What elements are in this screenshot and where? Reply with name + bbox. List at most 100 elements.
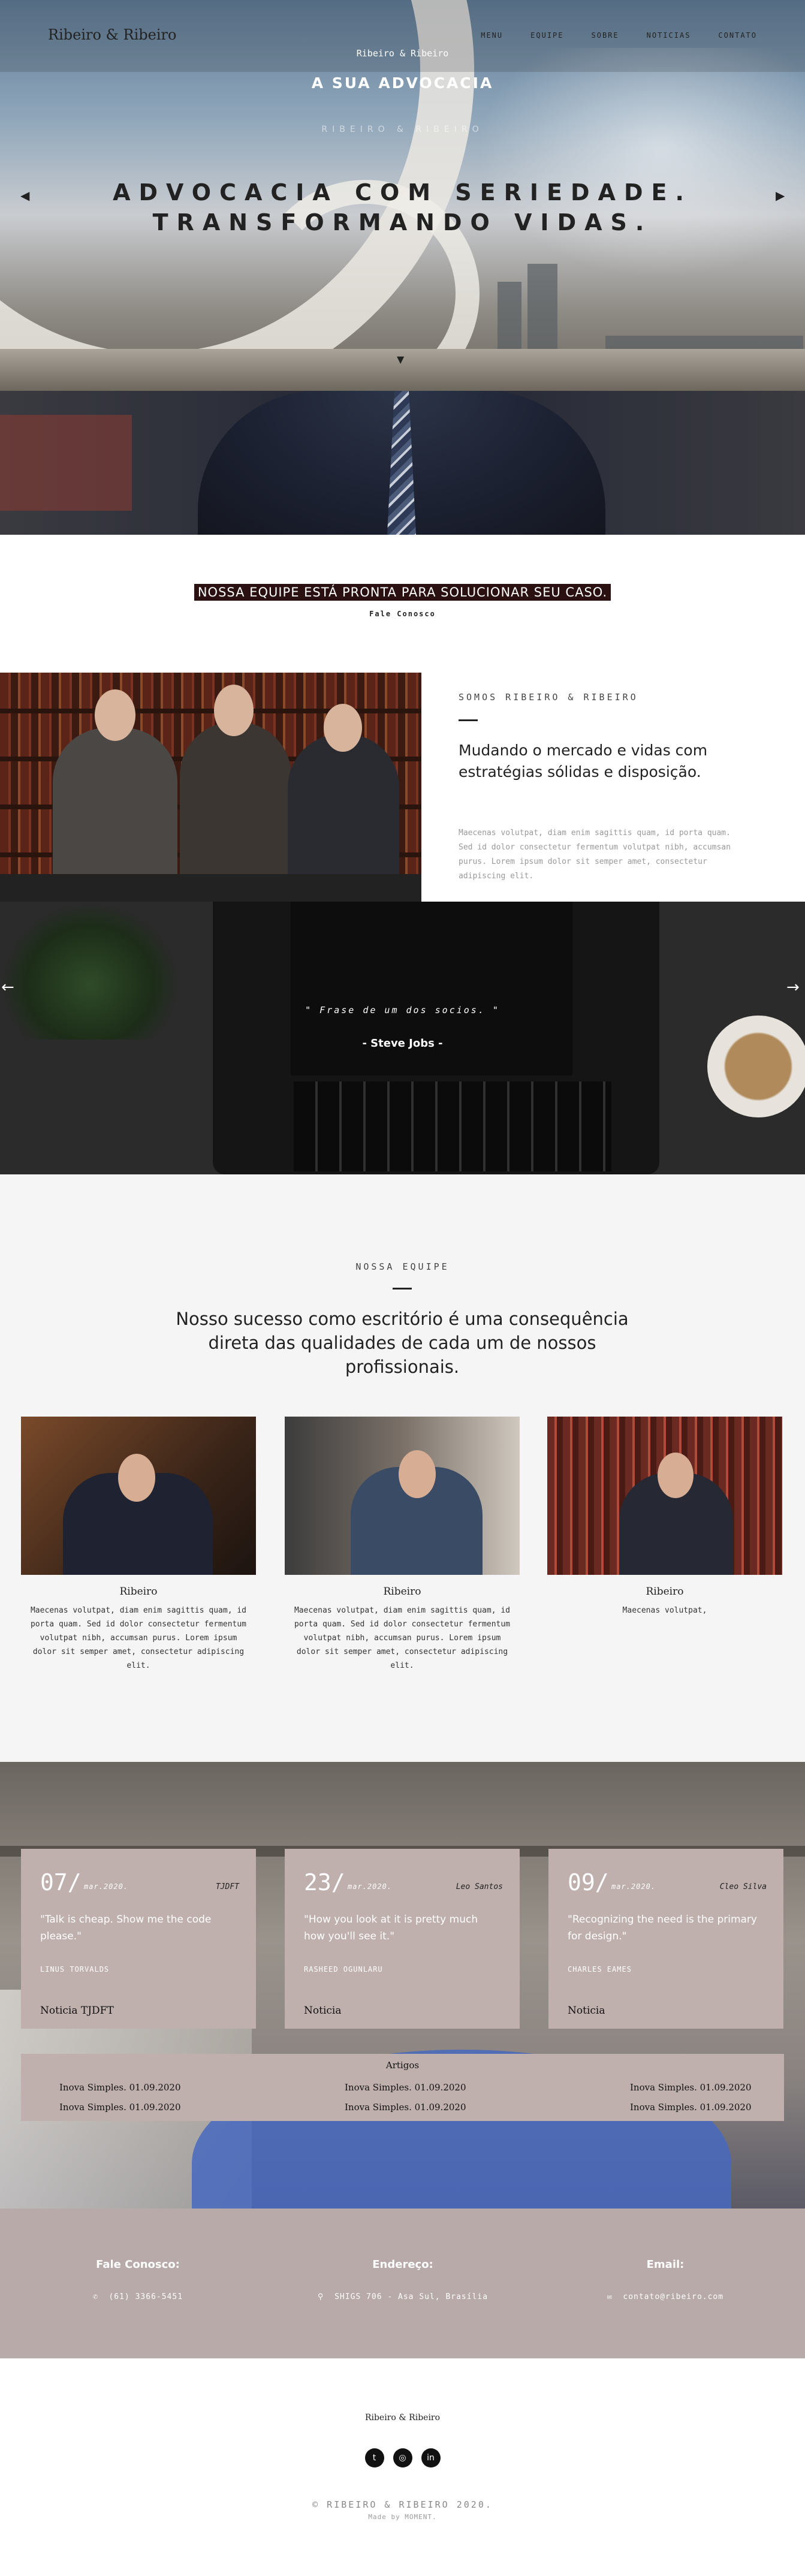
navbar: Ribeiro & Ribeiro MENU EQUIPE SOBRE NOTI…	[0, 0, 805, 72]
team-member-photo	[547, 1417, 782, 1575]
linkedin-icon[interactable]: in	[421, 2448, 441, 2467]
article-link[interactable]: Inova Simples. 01.09.2020	[59, 2078, 181, 2098]
location-icon: ⚲	[317, 2292, 324, 2301]
laptop-keyboard	[294, 1081, 611, 1171]
partner-head	[214, 685, 254, 736]
contact-phone: Fale Conosco: ✆ (61) 3366-5451	[6, 2258, 270, 2301]
contact-address: Endereço: ⚲ SHIGS 706 - Asa Sul, Brasíli…	[271, 2258, 535, 2301]
instagram-icon[interactable]: ◎	[393, 2448, 412, 2467]
phone-icon: ✆	[92, 2292, 98, 2301]
partner-head	[95, 689, 135, 741]
hero-title-line1: ADVOCACIA COM SERIEDADE.	[113, 179, 692, 206]
article-link[interactable]: Inova Simples. 01.09.2020	[630, 2078, 752, 2098]
articles-column: Inova Simples. 01.09.2020 Inova Simples.…	[345, 2078, 466, 2117]
mail-icon: ✉	[607, 2292, 613, 2301]
promo-small-text: Ribeiro & Ribeiro	[356, 48, 449, 59]
hero-next-arrow-icon[interactable]: ▶	[776, 188, 785, 203]
quote-next-arrow-icon[interactable]: →	[786, 978, 800, 996]
team-member-card: Ribeiro Maecenas volutpat, diam enim sag…	[21, 1417, 256, 1673]
quote-prev-arrow-icon[interactable]: ←	[1, 978, 14, 996]
news-tag[interactable]: Noticia	[304, 2005, 341, 2017]
article-link[interactable]: Inova Simples. 01.09.2020	[630, 2098, 752, 2117]
news-author: Leo Santos	[456, 1882, 503, 1891]
hero-title-line2: TRANSFORMANDO VIDAS.	[152, 209, 653, 236]
member-face	[399, 1450, 436, 1498]
news-day: 23/	[304, 1869, 345, 1896]
news-month: mar.2020.	[611, 1882, 656, 1891]
partners-photo	[0, 673, 421, 902]
article-link[interactable]: Inova Simples. 01.09.2020	[345, 2098, 466, 2117]
main-nav: MENU EQUIPE SOBRE NOTICIAS CONTATO	[481, 31, 757, 40]
about-kicker: SOMOS RIBEIRO & RIBEIRO	[459, 692, 638, 703]
articles-column: Inova Simples. 01.09.2020 Inova Simples.…	[59, 2078, 181, 2117]
team-member-name: Ribeiro	[119, 1586, 158, 1598]
news-tag[interactable]: Noticia TJDFT	[40, 2005, 114, 2017]
promo-banner	[0, 391, 805, 535]
contact-address-value[interactable]: ⚲ SHIGS 706 - Asa Sul, Brasília	[271, 2292, 535, 2301]
news-quote: "How you look at it is pretty much how y…	[304, 1914, 478, 1942]
hero-subtitle: RIBEIRO & RIBEIRO	[321, 125, 484, 134]
nav-item-sobre[interactable]: SOBRE	[592, 31, 619, 40]
brand-logo[interactable]: Ribeiro & Ribeiro	[48, 26, 176, 43]
team-divider	[393, 1288, 412, 1289]
bookshelf-shelf	[0, 709, 421, 713]
news-day: 09/	[568, 1869, 609, 1896]
article-link[interactable]: Inova Simples. 01.09.2020	[345, 2078, 466, 2098]
hero-prev-arrow-icon[interactable]: ◀	[20, 188, 29, 203]
news-card[interactable]: 07/ mar.2020. TJDFT "Talk is cheap. Show…	[21, 1849, 256, 2029]
contact-phone-value[interactable]: ✆ (61) 3366-5451	[6, 2292, 270, 2301]
team-member-photo	[21, 1417, 256, 1575]
contact-email-heading: Email:	[646, 2258, 685, 2271]
team-member-name: Ribeiro	[383, 1586, 421, 1598]
cta-heading: NOSSA EQUIPE ESTÁ PRONTA PARA SOLUCIONAR…	[0, 584, 805, 601]
coffee-cup-image	[707, 1016, 805, 1117]
contact-email-value[interactable]: ✉ contato@ribeiro.com	[533, 2292, 797, 2301]
quote-text: " Frase de um dos socios. "	[305, 1005, 500, 1016]
address-text: SHIGS 706 - Asa Sul, Brasília	[334, 2292, 489, 2301]
twitter-icon[interactable]: t	[364, 2448, 384, 2467]
news-month: mar.2020.	[84, 1882, 129, 1891]
news-tag[interactable]: Noticia	[568, 2005, 605, 2017]
scroll-down-icon[interactable]: ▼	[397, 354, 404, 365]
nav-item-noticias[interactable]: NOTICIAS	[647, 31, 691, 40]
articles-panel: Artigos Inova Simples. 01.09.2020 Inova …	[21, 2054, 784, 2121]
about-divider	[459, 719, 478, 721]
news-quote-author: RASHEED OGUNLARU	[304, 1965, 383, 1974]
email-text: contato@ribeiro.com	[623, 2292, 724, 2301]
news-author: TJDFT	[215, 1882, 239, 1891]
team-member-card: Ribeiro Maecenas volutpat,	[547, 1417, 782, 1617]
nav-item-equipe[interactable]: EQUIPE	[530, 31, 563, 40]
news-quote: "Talk is cheap. Show me the code please.…	[40, 1914, 212, 1942]
partner-head	[324, 704, 362, 752]
team-member-desc: Maecenas volutpat, diam enim sagittis qu…	[294, 1606, 511, 1670]
team-kicker: NOSSA EQUIPE	[355, 1261, 450, 1272]
member-face	[658, 1453, 694, 1498]
article-link[interactable]: Inova Simples. 01.09.2020	[59, 2098, 181, 2117]
news-quote-author: LINUS TORVALDS	[40, 1965, 110, 1974]
news-card[interactable]: 23/ mar.2020. Leo Santos "How you look a…	[285, 1849, 520, 2029]
news-quote-author: CHARLES EAMES	[568, 1965, 632, 1974]
nav-item-menu[interactable]: MENU	[481, 31, 503, 40]
footer-credit: Made by MOMENT.	[368, 2513, 437, 2521]
team-member-desc: Maecenas volutpat, diam enim sagittis qu…	[30, 1606, 247, 1670]
social-links: t ◎ in	[0, 2448, 805, 2467]
cta-heading-text: NOSSA EQUIPE ESTÁ PRONTA PARA SOLUCIONAR…	[194, 584, 611, 601]
quote-author: - Steve Jobs -	[362, 1037, 443, 1050]
about-title: Mudando o mercado e vidas com estratégia…	[459, 742, 708, 781]
nav-item-contato[interactable]: CONTATO	[718, 31, 757, 40]
contact-address-heading: Endereço:	[372, 2258, 433, 2271]
phone-number: (61) 3366-5451	[108, 2292, 183, 2301]
contact-link[interactable]: Fale Conosco	[0, 610, 805, 618]
plant-image	[0, 902, 180, 1040]
articles-column: Inova Simples. 01.09.2020 Inova Simples.…	[630, 2078, 752, 2117]
contact-phone-heading: Fale Conosco:	[96, 2258, 180, 2271]
news-day: 07/	[40, 1869, 82, 1896]
contact-email: Email: ✉ contato@ribeiro.com	[533, 2258, 797, 2301]
news-quote: "Recognizing the need is the primary for…	[568, 1914, 757, 1942]
hero-title: ADVOCACIA COM SERIEDADE. TRANSFORMANDO V…	[0, 177, 805, 237]
news-author: Cleo Silva	[719, 1882, 767, 1891]
team-member-photo	[285, 1417, 520, 1575]
team-member-desc: Maecenas volutpat,	[622, 1606, 707, 1615]
footer-brand[interactable]: Ribeiro & Ribeiro	[0, 2413, 805, 2423]
news-card[interactable]: 09/ mar.2020. Cleo Silva "Recognizing th…	[548, 1849, 783, 2029]
